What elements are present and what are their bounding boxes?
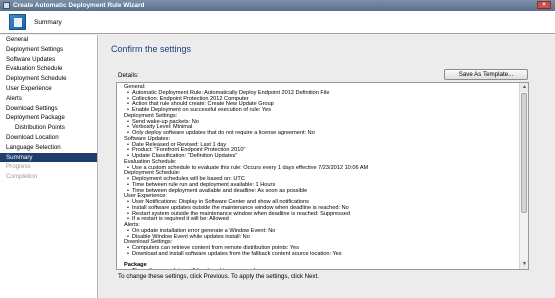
nav-item-general[interactable]: General — [0, 35, 97, 45]
nav-item-download-settings[interactable]: Download Settings — [0, 104, 97, 114]
window-titlebar: Create Automatic Deployment Rule Wizard … — [0, 0, 555, 11]
detail-item: Time between deployment available and de… — [124, 188, 520, 195]
details-text: General:Automatic Deployment Rule: Autom… — [117, 83, 520, 269]
nav-item-deployment-settings[interactable]: Deployment Settings — [0, 45, 97, 55]
detail-item: Enable Deployment on successful executio… — [124, 107, 520, 114]
details-textbox[interactable]: General:Automatic Deployment Rule: Autom… — [116, 82, 529, 270]
nav-item-download-location[interactable]: Download Location — [0, 133, 97, 143]
scroll-thumb[interactable] — [521, 93, 527, 213]
detail-item: Disable Window Event while updates insta… — [124, 234, 520, 241]
detail-item: The software updates will be placed in a… — [132, 268, 268, 269]
nav-item-completion: Completion — [6, 173, 38, 181]
nav-item-language-selection[interactable]: Language Selection — [0, 143, 97, 153]
nav-item-software-updates[interactable]: Software Updates — [0, 55, 97, 65]
main-content: Confirm the settings Details: Save As Te… — [99, 35, 555, 298]
detail-item: Only deploy software updates that do not… — [124, 130, 520, 137]
details-label: Details: — [118, 72, 139, 79]
nav-item-evaluation-schedule[interactable]: Evaluation Schedule — [0, 64, 97, 74]
nav-item-summary[interactable]: Summary — [0, 152, 97, 163]
nav-item-alerts[interactable]: Alerts — [0, 94, 97, 104]
section-heading: Confirm the settings — [111, 44, 192, 54]
window-title: Create Automatic Deployment Rule Wizard — [13, 2, 145, 9]
wizard-icon — [9, 14, 26, 30]
detail-item: If a restart is required it will be: All… — [124, 216, 520, 223]
nav-item-user-experience[interactable]: User Experience — [0, 84, 97, 94]
nav-item-deployment-package[interactable]: Deployment Package — [0, 113, 97, 123]
wizard-nav: General Deployment Settings Software Updat… — [0, 35, 98, 298]
wizard-header: Summary — [0, 11, 555, 34]
detail-item: Use a custom schedule to evaluate this r… — [124, 165, 520, 172]
close-icon[interactable]: × — [537, 1, 551, 9]
page-title: Summary — [34, 19, 62, 26]
nav-item-progress: Progress — [6, 163, 31, 171]
wizard-window-icon — [3, 2, 10, 9]
detail-item: Download and install software updates fr… — [124, 251, 520, 258]
instructions-text: To change these settings, click Previous… — [118, 273, 320, 280]
scroll-up-icon[interactable]: ▲ — [520, 83, 528, 92]
nav-item-distribution-points[interactable]: Distribution Points — [0, 123, 97, 133]
nav-item-deployment-schedule[interactable]: Deployment Schedule — [0, 74, 97, 84]
scroll-down-icon[interactable]: ▼ — [520, 260, 528, 269]
details-scrollbar[interactable]: ▲ ▼ — [519, 83, 528, 269]
save-as-template-button[interactable]: Save As Template... — [444, 69, 528, 80]
detail-item: Update Classification: "Definition Updat… — [124, 153, 520, 160]
